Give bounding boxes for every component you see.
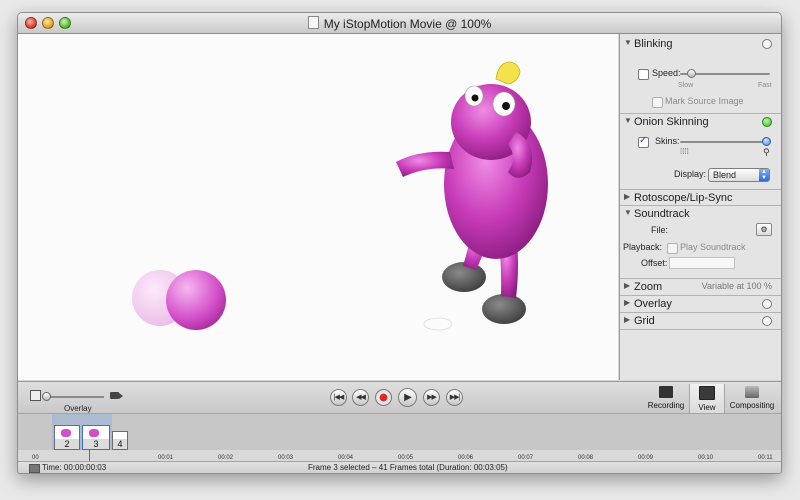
inspector-panel: ▼ Blinking Speed: Slow Fast Mark Source … — [619, 34, 781, 380]
overlay-slider-knob[interactable] — [42, 392, 51, 401]
frame-thumbnail[interactable]: 4 — [112, 431, 128, 450]
recording-tool-button[interactable]: Recording — [644, 384, 688, 414]
play-soundtrack-label: Play Soundtrack — [680, 242, 746, 252]
speed-slider-knob[interactable] — [687, 69, 696, 78]
section-grid-header[interactable]: ▶ Grid — [620, 313, 781, 329]
overlay-slider-label: Overlay — [64, 404, 92, 413]
section-blinking-title: Blinking — [634, 38, 673, 50]
skins-slider-track[interactable] — [680, 141, 768, 143]
disclosure-open-icon[interactable]: ▼ — [624, 38, 632, 47]
skins-slider-knob[interactable] — [762, 137, 771, 146]
frame-thumbnail[interactable]: 2 — [54, 425, 80, 450]
display-mode-value: Blend — [713, 170, 737, 180]
frame-thumbnail-selected[interactable]: 3 — [82, 425, 110, 450]
single-figure-icon: ⚲ — [763, 147, 770, 157]
section-zoom-title: Zoom — [634, 281, 663, 293]
section-soundtrack-header[interactable]: ▼ Soundtrack — [620, 206, 781, 222]
speed-slow-label: Slow — [678, 82, 694, 89]
skins-label: Skins: — [655, 136, 680, 146]
window-title: My iStopMotion Movie @ 100% — [323, 17, 492, 31]
disclosure-closed-icon[interactable]: ▶ — [624, 281, 630, 290]
right-foot — [482, 294, 526, 324]
go-to-start-button[interactable]: |◀◀ — [330, 389, 347, 406]
display-mode-select[interactable]: Blend ▲ ▼ — [708, 168, 770, 182]
frame-summary: Frame 3 selected – 41 Frames total (Dura… — [308, 463, 508, 472]
offset-field[interactable] — [669, 257, 735, 269]
overlay-toggle[interactable] — [762, 299, 772, 309]
camera-icon — [110, 392, 123, 399]
movie-viewer[interactable] — [18, 34, 618, 380]
disclosure-open-icon[interactable]: ▼ — [624, 116, 632, 125]
disclosure-closed-icon[interactable]: ▶ — [624, 315, 630, 324]
grid-toggle[interactable] — [762, 316, 772, 326]
playback-label: Playback: — [623, 242, 663, 252]
section-blinking-header[interactable]: ▼ Blinking — [620, 36, 781, 52]
time-readout: Time: 00:00:00:03 — [42, 463, 107, 472]
blinking-toggle[interactable] — [762, 39, 772, 49]
file-action-gear-icon[interactable]: ⚙ — [756, 223, 772, 236]
section-overlay-title: Overlay — [634, 298, 672, 310]
status-bar: Time: 00:00:00:03 Frame 3 selected – 41 … — [18, 461, 781, 473]
view-tool-label: View — [698, 403, 716, 412]
control-bar: Overlay |◀◀ ◀◀ ▶ ▶▶ ▶▶| Recording View C… — [18, 381, 781, 414]
section-onion-header[interactable]: ▼ Onion Skinning — [620, 114, 781, 130]
film-icon — [30, 390, 41, 401]
skins-checkbox[interactable] — [638, 135, 649, 148]
section-soundtrack-title: Soundtrack — [634, 208, 690, 220]
section-roto-title: Rotoscope/Lip-Sync — [634, 192, 733, 204]
section-onion-title: Onion Skinning — [634, 116, 709, 128]
view-tool-button[interactable]: View — [689, 384, 725, 414]
record-button[interactable] — [375, 389, 392, 406]
onion-skinning-toggle[interactable] — [762, 117, 772, 127]
mark-source-checkbox[interactable] — [652, 97, 663, 108]
section-overlay-header[interactable]: ▶ Overlay — [620, 296, 781, 312]
recording-tool-label: Recording — [647, 401, 685, 410]
frame-number: 2 — [55, 439, 79, 449]
scene-image — [18, 34, 618, 380]
file-label: File: — [651, 225, 669, 235]
zoom-value: Variable at 100 % — [701, 281, 772, 291]
blinking-speed-checkbox[interactable] — [638, 69, 649, 80]
section-grid-title: Grid — [634, 315, 655, 327]
section-zoom-header[interactable]: ▶ Zoom Variable at 100 % — [620, 279, 781, 295]
app-window: My iStopMotion Movie @ 100% ▼ Blinking S… — [17, 12, 782, 474]
clay-ball — [166, 270, 226, 330]
document-icon — [307, 16, 319, 29]
section-roto-header[interactable]: ▶ Rotoscope/Lip-Sync — [620, 190, 781, 206]
frame-number: 3 — [83, 439, 109, 449]
offset-label: Offset: — [641, 258, 668, 268]
overlay-slider-track[interactable] — [46, 396, 104, 398]
title-bar: My iStopMotion Movie @ 100% — [18, 13, 781, 34]
view-icon — [699, 386, 715, 400]
speed-fast-label: Fast — [758, 82, 772, 89]
display-label: Display: — [674, 169, 707, 179]
go-to-end-button[interactable]: ▶▶| — [446, 389, 463, 406]
clapperboard-icon — [659, 386, 673, 398]
speed-label: Speed: — [652, 68, 681, 78]
layers-icon — [745, 386, 759, 398]
play-button[interactable]: ▶ — [398, 388, 417, 407]
window-title-wrap: My iStopMotion Movie @ 100% — [18, 16, 781, 31]
step-back-button[interactable]: ◀◀ — [352, 389, 369, 406]
many-figures-icon: ⁞⁞⁞⁞ — [680, 147, 689, 156]
divider — [620, 329, 781, 330]
timecode-icon — [29, 464, 40, 473]
play-soundtrack-checkbox[interactable] — [667, 243, 678, 254]
compositing-tool-button[interactable]: Compositing — [726, 384, 778, 414]
timeline[interactable]: 2 3 4 00 00:01 00:02 00:03 00:04 00:05 0… — [18, 413, 781, 462]
popup-arrows-icon: ▲ ▼ — [759, 169, 769, 181]
frame-number: 4 — [113, 439, 127, 449]
disclosure-open-icon[interactable]: ▼ — [624, 208, 632, 217]
step-forward-button[interactable]: ▶▶ — [423, 389, 440, 406]
disclosure-closed-icon[interactable]: ▶ — [624, 192, 630, 201]
disclosure-closed-icon[interactable]: ▶ — [624, 298, 630, 307]
compositing-tool-label: Compositing — [729, 401, 775, 410]
mark-source-label: Mark Source Image — [665, 96, 744, 106]
left-foot — [442, 262, 486, 292]
